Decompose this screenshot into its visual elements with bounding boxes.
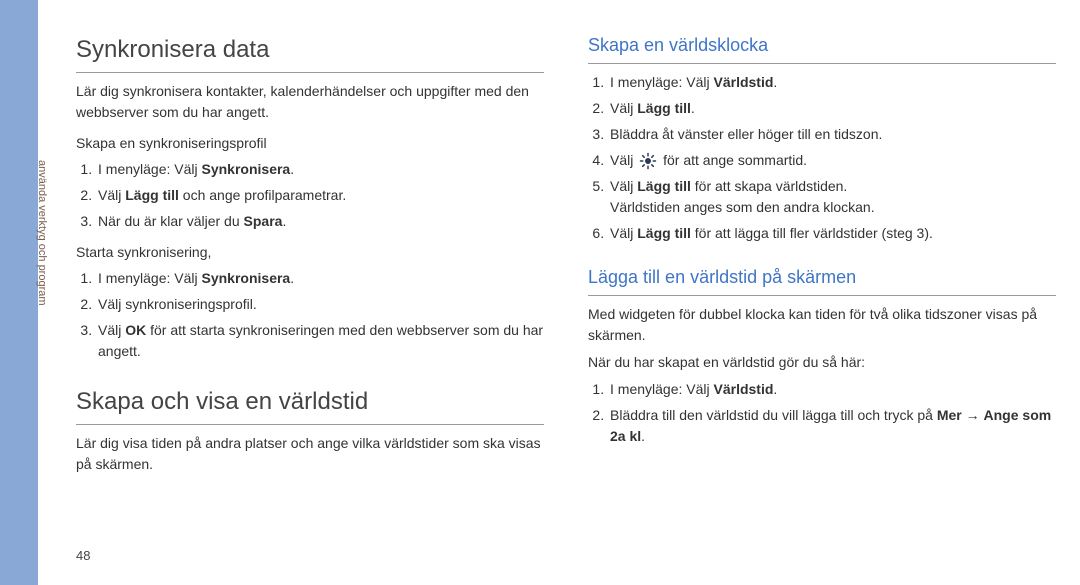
bold-text: Synkronisera [202,161,291,177]
page-number: 48 [76,546,90,566]
heading-add-world-time: Lägga till en världstid på skärmen [588,264,1056,296]
text: . [282,213,286,229]
text: → [962,407,984,423]
heading-sync-data: Synkronisera data [76,32,544,73]
text: I menyläge: Välj [610,74,714,90]
text: När du är klar väljer du [98,213,244,229]
list-item: Välj synkroniseringsprofil. [96,294,544,315]
subhead-create-profile: Skapa en synkroniseringsprofil [76,133,544,154]
bold-text: Spara [244,213,283,229]
side-section-label: använda verktyg och program [34,160,51,460]
text: Bläddra till den världstid du vill lägga… [610,407,937,423]
list-item: I menyläge: Välj Synkronisera. [96,159,544,180]
paragraph: När du har skapat en världstid gör du så… [588,352,1056,373]
sun-icon [639,152,657,170]
bold-text: Lägg till [637,100,691,116]
side-accent-bar [0,0,38,585]
list-item: Välj Lägg till och ange profilparametrar… [96,185,544,206]
text: . [691,100,695,116]
page-content: Synkronisera data Lär dig synkronisera k… [76,32,1056,481]
list-item: I menyläge: Välj Världstid. [608,379,1056,400]
list-create-profile: I menyläge: Välj Synkronisera. Välj Lägg… [76,159,544,232]
list-item: Bläddra till den världstid du vill lägga… [608,405,1056,447]
list-item: Välj Lägg till för att skapa världstiden… [608,176,1056,218]
text: Välj [610,225,637,241]
list-start-sync: I menyläge: Välj Synkronisera. Välj synk… [76,268,544,362]
intro-world-time: Lär dig visa tiden på andra platser och … [76,433,544,475]
text: Välj [98,322,125,338]
text: och ange profilparametrar. [179,187,346,203]
bold-text: Världstid [714,74,774,90]
heading-world-time: Skapa och visa en världstid [76,384,544,425]
text: . [773,381,777,397]
text: för att starta synkroniseringen med den … [98,322,543,359]
text: Välj [610,152,637,168]
bold-text: Lägg till [637,178,691,194]
right-column: Skapa en världsklocka I menyläge: Välj V… [588,32,1056,481]
heading-create-world-clock: Skapa en världsklocka [588,32,1056,64]
text: för att lägga till fler världstider (ste… [691,225,933,241]
bold-text: Mer [937,407,962,423]
list-item: Välj OK för att starta synkroniseringen … [96,320,544,362]
list-item: Välj [608,150,1056,171]
text: I menyläge: Välj [98,270,202,286]
text: . [641,428,645,444]
subhead-start-sync: Starta synkronisering, [76,242,544,263]
list-create-world-clock: I menyläge: Välj Världstid. Välj Lägg ti… [588,72,1056,244]
list-item: Bläddra åt vänster eller höger till en t… [608,124,1056,145]
left-column: Synkronisera data Lär dig synkronisera k… [76,32,544,481]
bold-text: Världstid [714,381,774,397]
text: . [290,270,294,286]
list-item: Välj Lägg till. [608,98,1056,119]
text: I menyläge: Välj [610,381,714,397]
text: Välj [610,178,637,194]
text: för att skapa världstiden. [691,178,847,194]
text: . [773,74,777,90]
list-item: När du är klar väljer du Spara. [96,211,544,232]
intro-sync: Lär dig synkronisera kontakter, kalender… [76,81,544,123]
list-item: Välj Lägg till för att lägga till fler v… [608,223,1056,244]
list-item: I menyläge: Välj Världstid. [608,72,1056,93]
text: för att ange sommartid. [663,152,807,168]
text: Världstiden anges som den andra klockan. [610,197,1056,218]
text: Välj [610,100,637,116]
text: . [290,161,294,177]
text: I menyläge: Välj [98,161,202,177]
bold-text: OK [125,322,146,338]
bold-text: Lägg till [125,187,179,203]
bold-text: Lägg till [637,225,691,241]
list-add-world-time: I menyläge: Välj Världstid. Bläddra till… [588,379,1056,447]
paragraph: Med widgeten för dubbel klocka kan tiden… [588,304,1056,346]
list-item: I menyläge: Välj Synkronisera. [96,268,544,289]
text: Välj [98,187,125,203]
bold-text: Synkronisera [202,270,291,286]
